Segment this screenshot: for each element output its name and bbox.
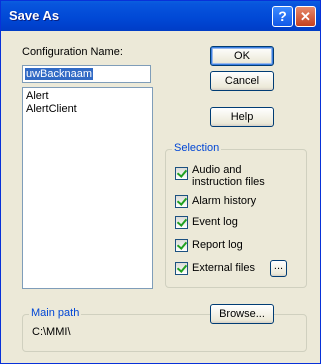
report-log-label: Report log <box>192 239 243 251</box>
list-item[interactable]: Alert <box>26 90 49 102</box>
checkbox-checked[interactable] <box>175 167 188 180</box>
cancel-button[interactable]: Cancel <box>210 71 274 91</box>
titlebar-help-button[interactable]: ? <box>272 6 293 27</box>
configuration-name-input[interactable]: uwBacknaam <box>22 65 151 83</box>
main-path-group-title: Main path <box>29 307 82 319</box>
window-title: Save As <box>9 8 60 23</box>
external-files-label: External files <box>192 262 255 274</box>
external-files-browse-button[interactable]: ... <box>270 260 287 277</box>
audio-label-line2: instruction files <box>192 176 265 188</box>
selection-group-title: Selection <box>172 142 222 154</box>
checkbox-checked[interactable] <box>175 195 188 208</box>
title-bar[interactable]: Save As ? ✕ <box>1 1 320 31</box>
checkbox-checked[interactable] <box>175 262 188 275</box>
configuration-name-label: Configuration Name: <box>22 46 123 58</box>
question-mark-icon: ? <box>278 8 287 24</box>
ok-button[interactable]: OK <box>210 46 274 66</box>
alarm-history-label: Alarm history <box>192 195 257 207</box>
help-button[interactable]: Help <box>210 107 274 127</box>
dialog-body: Configuration Name: uwBacknaam Alert Ale… <box>1 31 320 363</box>
save-as-dialog: Save As ? ✕ Configuration Name: uwBackna… <box>0 0 321 364</box>
configuration-name-value: uwBacknaam <box>25 68 94 80</box>
configuration-listbox[interactable]: Alert AlertClient <box>22 87 153 289</box>
list-item[interactable]: AlertClient <box>26 103 77 115</box>
browse-button[interactable]: Browse... <box>210 304 274 324</box>
audio-label-line1: Audio and <box>192 164 242 176</box>
titlebar-close-button[interactable]: ✕ <box>295 6 316 27</box>
checkbox-checked[interactable] <box>175 239 188 252</box>
event-log-label: Event log <box>192 216 238 228</box>
checkbox-checked[interactable] <box>175 216 188 229</box>
main-path-value: C:\MMI\ <box>32 326 71 338</box>
close-icon: ✕ <box>300 9 311 24</box>
